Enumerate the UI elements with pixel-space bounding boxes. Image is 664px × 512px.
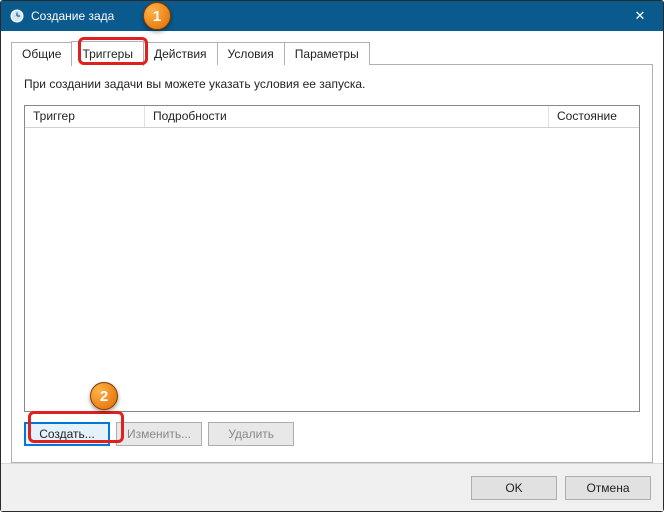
tab-actions[interactable]: Действия bbox=[143, 42, 218, 65]
scheduler-clock-icon bbox=[9, 8, 25, 24]
close-icon: ✕ bbox=[635, 8, 646, 24]
panel-button-row: Создать... Изменить... Удалить bbox=[24, 422, 640, 450]
dialog-footer: OK Отмена bbox=[1, 463, 663, 511]
titlebar: Создание зада ✕ bbox=[1, 1, 663, 31]
tab-general[interactable]: Общие bbox=[11, 42, 72, 65]
column-trigger[interactable]: Триггер bbox=[25, 106, 145, 127]
tab-settings[interactable]: Параметры bbox=[284, 42, 370, 65]
delete-button: Удалить bbox=[208, 422, 294, 446]
cancel-button[interactable]: Отмена bbox=[565, 476, 651, 500]
listview-body[interactable] bbox=[25, 128, 639, 411]
ok-button[interactable]: OK bbox=[471, 476, 557, 500]
annotation-step-2: 2 bbox=[90, 382, 118, 410]
create-button[interactable]: Создать... bbox=[24, 422, 110, 446]
tab-strip: Общие Триггеры Действия Условия Параметр… bbox=[11, 41, 653, 65]
annotation-step-1: 1 bbox=[143, 2, 171, 30]
column-details[interactable]: Подробности bbox=[145, 106, 549, 127]
listview-header: Триггер Подробности Состояние bbox=[25, 106, 639, 128]
task-create-window: Создание зада ✕ Общие Триггеры Действия … bbox=[0, 0, 664, 512]
tab-triggers[interactable]: Триггеры bbox=[71, 41, 144, 66]
close-button[interactable]: ✕ bbox=[617, 1, 663, 31]
panel-description: При создании задачи вы можете указать ус… bbox=[24, 77, 640, 91]
triggers-listview[interactable]: Триггер Подробности Состояние bbox=[24, 105, 640, 412]
window-title: Создание зада bbox=[31, 9, 114, 23]
edit-button: Изменить... bbox=[116, 422, 202, 446]
column-state[interactable]: Состояние bbox=[549, 106, 639, 127]
tab-conditions[interactable]: Условия bbox=[217, 42, 285, 65]
